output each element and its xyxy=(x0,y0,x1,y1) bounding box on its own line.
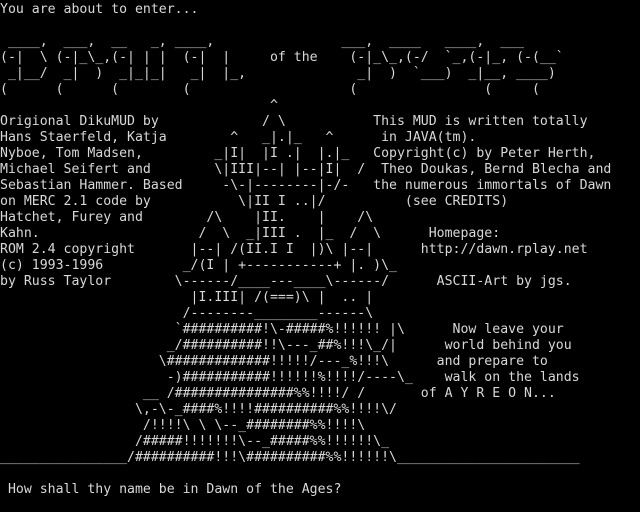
name-prompt[interactable]: How shall thy name be in Dawn of the Age… xyxy=(0,482,640,498)
screen-line: _/##########!!\---_##%!!!\_/| world behi… xyxy=(0,338,572,353)
screen-line: Kahn. / \ _|III . |_ / \ Homepage: xyxy=(0,226,501,241)
screen-line: on MERC 2.1 code by \|II I ..|/ (see CRE… xyxy=(0,194,509,209)
screen-line: -)###########!!!!!!%!!!!/----\_ walk on … xyxy=(0,370,580,385)
screen-line: __ /###############%%!!!!/ / of A Y R E … xyxy=(0,386,556,401)
screen-line: /#####!!!!!!!\--_#####%%!!!!!!\_ xyxy=(0,434,390,449)
screen-line: ^ xyxy=(0,98,278,113)
screen-line: Hatchet, Furey and /\ |II. | /\ xyxy=(0,210,374,225)
screen-line: by Russ Taylor \------/____---____\-----… xyxy=(0,274,572,289)
screen-line: ____, ___, __ _, ____, ___, ____ ____, _… xyxy=(0,34,525,49)
screen-line: Origional DikuMUD by / \ This MUD is wri… xyxy=(0,114,588,129)
screen-line: ROM 2.4 copyright |--| /(II.I I |)\ |--|… xyxy=(0,242,588,257)
screen-line: ________________/##########!!!\#########… xyxy=(0,450,580,465)
screen-line: Hans Staerfeld, Katja ^ _|.|_ ^ in JAVA(… xyxy=(0,130,477,145)
screen-line: You are about to enter... xyxy=(0,2,199,17)
screen-line: (c) 1993-1996 _/(I | +-----------+ |. )\… xyxy=(0,258,397,273)
screen-line: (-| \ (-|_\_,(-| | | (-| | of the (-|_\_… xyxy=(0,50,564,65)
screen-line: ( ( ( ( ( ( ( xyxy=(0,82,540,97)
screen-line: `##########!\-#####%!!!!!! |\ Now leave … xyxy=(0,322,564,337)
screen-line: /!!!!\ \ \--_########%%!!!!\ xyxy=(0,418,366,433)
screen-line: Sebastian Hammer. Based -\-|--------|-/-… xyxy=(0,178,612,193)
screen-line: _|__/ _| ) _|_|_| _| |_, _| ) `___) _|__… xyxy=(0,66,556,81)
screen-line: Michael Seifert and \|III|--| |--|I| / T… xyxy=(0,162,612,177)
screen-line: \,-\-_####%!!!!##########%%!!!!\/ xyxy=(0,402,397,417)
mud-terminal-screen[interactable]: You are about to enter... ____, ___, __ … xyxy=(0,0,640,512)
screen-line: /--------________------\ xyxy=(0,306,374,321)
screen-line: \#############!!!!!/---_%!!!\ and prepar… xyxy=(0,354,548,369)
screen-line: Nyboe, Tom Madsen, _|I| |I .| |.|_ Copyr… xyxy=(0,146,596,161)
screen-line: |I.III| /(===)\ | .. | xyxy=(0,290,374,305)
